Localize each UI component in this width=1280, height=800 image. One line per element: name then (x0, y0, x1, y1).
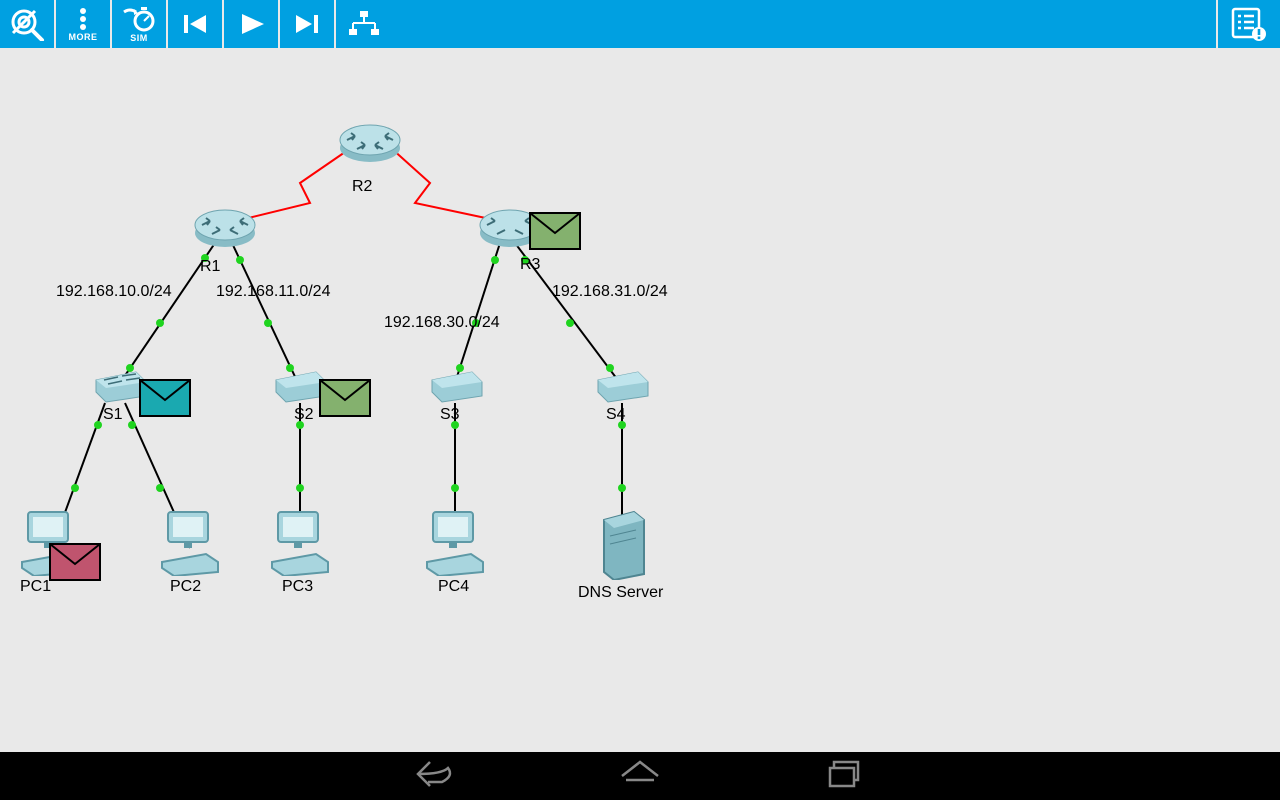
more-label: MORE (69, 32, 98, 42)
label-s3: S3 (440, 406, 460, 424)
router-r2[interactable] (335, 118, 405, 168)
label-r3: R3 (520, 256, 540, 274)
topology-canvas[interactable]: R2 R1 R3 S1 S2 S3 S4 PC1 PC2 PC3 PC4 DNS… (0, 48, 1280, 752)
recent-icon (822, 758, 866, 790)
event-list-button[interactable] (1216, 0, 1280, 48)
switch-s3[interactable] (426, 368, 486, 404)
magnifier-icon (9, 7, 45, 41)
pc-3[interactable] (268, 508, 332, 576)
step-back-button[interactable] (168, 0, 224, 48)
back-button[interactable] (414, 758, 458, 795)
switch-s4[interactable] (592, 368, 652, 404)
pc-4[interactable] (423, 508, 487, 576)
router-r1[interactable] (190, 203, 260, 253)
topology-icon (346, 9, 382, 39)
subnet-2: 192.168.11.0/24 (216, 283, 330, 301)
dns-server[interactable] (598, 508, 650, 580)
packet-pc1[interactable] (48, 542, 102, 582)
step-back-icon (178, 11, 212, 37)
label-s4: S4 (606, 406, 626, 424)
pc-2[interactable] (158, 508, 222, 576)
more-button[interactable]: MORE (56, 0, 112, 48)
step-forward-icon (290, 11, 324, 37)
label-dns: DNS Server (578, 584, 663, 602)
label-s1: S1 (103, 406, 123, 424)
home-icon (618, 758, 662, 790)
topology-button[interactable] (336, 0, 392, 48)
label-pc2: PC2 (170, 578, 201, 596)
sim-button[interactable]: SIM (112, 0, 168, 48)
stopwatch-icon (122, 6, 156, 32)
packet-s2[interactable] (318, 378, 372, 418)
packet-r3[interactable] (528, 211, 582, 251)
subnet-3: 192.168.30.0/24 (384, 314, 500, 332)
label-s2: S2 (294, 406, 314, 424)
play-icon (234, 11, 268, 37)
label-r1: R1 (200, 258, 220, 276)
label-pc1: PC1 (20, 578, 51, 596)
packet-s1[interactable] (138, 378, 192, 418)
play-button[interactable] (224, 0, 280, 48)
label-pc4: PC4 (438, 578, 469, 596)
recent-apps-button[interactable] (822, 758, 866, 795)
event-list-icon (1229, 6, 1269, 42)
back-icon (414, 758, 458, 790)
label-pc3: PC3 (282, 578, 313, 596)
android-navbar (0, 752, 1280, 800)
sim-label: SIM (130, 33, 148, 43)
more-dots-icon (74, 7, 92, 31)
zoom-button[interactable] (0, 0, 56, 48)
subnet-1: 192.168.10.0/24 (56, 283, 172, 301)
label-r2: R2 (352, 178, 372, 196)
toolbar: MORE SIM (0, 0, 1280, 48)
step-forward-button[interactable] (280, 0, 336, 48)
home-button[interactable] (618, 758, 662, 795)
subnet-4: 192.168.31.0/24 (552, 283, 668, 301)
